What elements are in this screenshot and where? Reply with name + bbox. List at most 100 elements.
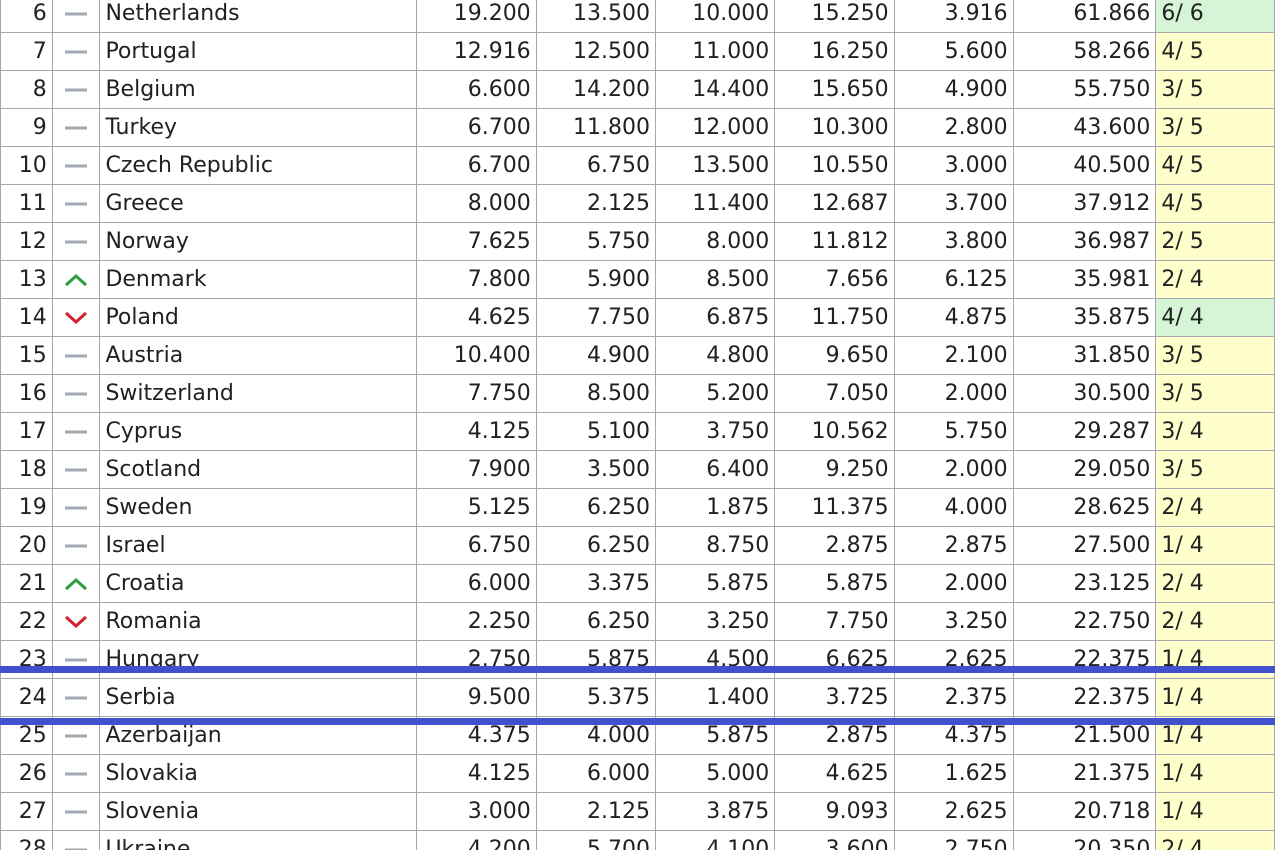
clubs-cell: 2/ 5 [1155, 222, 1275, 261]
season-4-cell: 10.550 [774, 146, 895, 185]
rank-cell: 8 [0, 70, 53, 109]
divider-line-top [0, 666, 1275, 673]
season-1-cell: 9.500 [416, 678, 537, 717]
clubs-cell: 1/ 4 [1155, 678, 1275, 717]
clubs-cell: 3/ 5 [1155, 450, 1275, 489]
season-4-cell: 4.625 [774, 754, 895, 793]
total-cell: 20.350 [1012, 830, 1157, 850]
season-5-cell: 3.916 [893, 0, 1014, 33]
season-2-cell: 6.250 [535, 602, 656, 641]
rank-cell: 13 [0, 260, 53, 299]
trend-same-icon [65, 126, 88, 129]
country-cell: Sweden [99, 488, 418, 527]
clubs-cell: 4/ 5 [1155, 32, 1275, 71]
season-2-cell: 7.750 [535, 298, 656, 337]
total-cell: 58.266 [1012, 32, 1157, 71]
country-cell: Croatia [99, 564, 418, 603]
season-4-cell: 7.656 [774, 260, 895, 299]
trend-same-icon [65, 88, 88, 91]
season-3-cell: 8.000 [654, 222, 776, 261]
season-4-cell: 3.600 [774, 830, 895, 850]
country-cell: Switzerland [99, 374, 418, 413]
season-3-cell: 11.400 [654, 184, 776, 223]
total-cell: 28.625 [1012, 488, 1157, 527]
season-4-cell: 9.250 [774, 450, 895, 489]
trend-same-icon [65, 772, 88, 775]
season-4-cell: 15.250 [774, 0, 895, 33]
season-2-cell: 8.500 [535, 374, 656, 413]
country-cell: Cyprus [99, 412, 418, 451]
season-2-cell: 5.750 [535, 222, 656, 261]
trend-cell [51, 0, 101, 33]
trend-same-icon [65, 848, 88, 850]
table-row: 9 Turkey 6.700 11.800 12.000 10.300 2.800 43.60… [0, 108, 1275, 147]
clubs-cell: 2/ 4 [1155, 564, 1275, 603]
season-3-cell: 11.000 [654, 32, 776, 71]
season-3-cell: 12.000 [654, 108, 776, 147]
trend-cell [51, 374, 101, 413]
trend-cell [51, 298, 101, 337]
country-cell: Portugal [99, 32, 418, 71]
total-cell: 35.875 [1012, 298, 1157, 337]
rank-cell: 27 [0, 792, 53, 831]
rank-cell: 16 [0, 374, 53, 413]
season-1-cell: 7.750 [416, 374, 537, 413]
total-cell: 31.850 [1012, 336, 1157, 375]
rank-cell: 24 [0, 678, 53, 717]
clubs-cell: 4/ 5 [1155, 146, 1275, 185]
season-2-cell: 5.375 [535, 678, 656, 717]
season-5-cell: 3.800 [893, 222, 1014, 261]
trend-cell [51, 792, 101, 831]
trend-same-icon [65, 354, 88, 357]
table-row: 27 Slovenia 3.000 2.125 3.875 9.093 2.625 20.71… [0, 792, 1275, 831]
rank-cell: 11 [0, 184, 53, 223]
season-2-cell: 5.100 [535, 412, 656, 451]
country-cell: Israel [99, 526, 418, 565]
rank-cell: 20 [0, 526, 53, 565]
rank-cell: 9 [0, 108, 53, 147]
season-2-cell: 5.900 [535, 260, 656, 299]
season-2-cell: 11.800 [535, 108, 656, 147]
table-row: 14 Poland 4.625 7.750 6.875 11.750 4.875 35.875… [0, 298, 1275, 337]
season-2-cell: 2.125 [535, 184, 656, 223]
season-4-cell: 16.250 [774, 32, 895, 71]
total-cell: 61.866 [1012, 0, 1157, 33]
table-row: 16 Switzerland 7.750 8.500 5.200 7.050 2.000 30… [0, 374, 1275, 413]
clubs-cell: 1/ 4 [1155, 526, 1275, 565]
season-1-cell: 4.125 [416, 412, 537, 451]
trend-same-icon [65, 468, 88, 471]
country-cell: Czech Republic [99, 146, 418, 185]
clubs-cell: 3/ 4 [1155, 412, 1275, 451]
rank-cell: 17 [0, 412, 53, 451]
season-5-cell: 2.000 [893, 564, 1014, 603]
season-3-cell: 8.500 [654, 260, 776, 299]
season-2-cell: 6.250 [535, 488, 656, 527]
season-4-cell: 12.687 [774, 184, 895, 223]
season-1-cell: 5.125 [416, 488, 537, 527]
trend-cell [51, 260, 101, 299]
rank-cell: 22 [0, 602, 53, 641]
trend-same-icon [65, 696, 88, 699]
trend-up-icon [65, 577, 88, 590]
table-row: 7 Portugal 12.916 12.500 11.000 16.250 5.600 58… [0, 32, 1275, 71]
clubs-cell: 2/ 4 [1155, 488, 1275, 527]
season-1-cell: 3.000 [416, 792, 537, 831]
season-3-cell: 3.750 [654, 412, 776, 451]
trend-same-icon [65, 430, 88, 433]
season-4-cell: 5.875 [774, 564, 895, 603]
season-1-cell: 6.750 [416, 526, 537, 565]
season-3-cell: 3.875 [654, 792, 776, 831]
country-cell: Austria [99, 336, 418, 375]
season-5-cell: 2.375 [893, 678, 1014, 717]
season-2-cell: 6.000 [535, 754, 656, 793]
season-5-cell: 3.000 [893, 146, 1014, 185]
country-cell: Poland [99, 298, 418, 337]
rank-cell: 18 [0, 450, 53, 489]
season-4-cell: 9.093 [774, 792, 895, 831]
trend-down-icon [65, 615, 88, 628]
trend-cell [51, 146, 101, 185]
rank-cell: 28 [0, 830, 53, 850]
trend-cell [51, 184, 101, 223]
trend-cell [51, 32, 101, 71]
season-5-cell: 3.700 [893, 184, 1014, 223]
